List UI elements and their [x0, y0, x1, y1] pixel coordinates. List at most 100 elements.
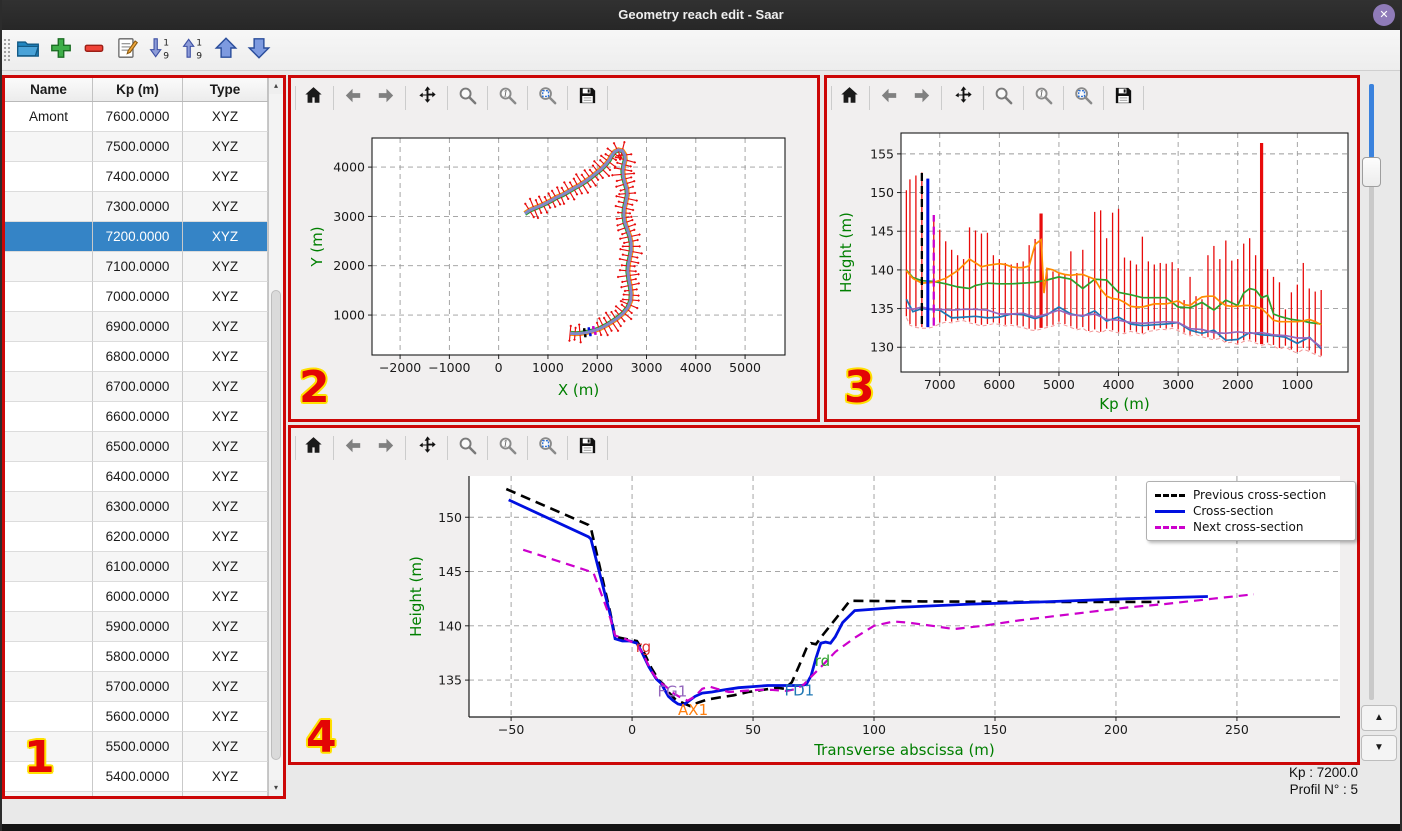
move-down-button[interactable]	[245, 35, 273, 65]
toolbar-separator	[487, 86, 488, 110]
open-button[interactable]	[14, 35, 42, 65]
table-row[interactable]: 7200.0000 XYZ	[5, 222, 283, 252]
svg-text:0: 0	[495, 360, 503, 375]
table-cell: 7200.0000	[93, 222, 183, 252]
table-row[interactable]: 7000.0000 XYZ	[5, 282, 283, 312]
profile-up-button[interactable]: ▲	[1361, 705, 1397, 731]
zoom-one-button[interactable]: 1	[493, 84, 521, 112]
toolbar-separator	[567, 436, 568, 460]
table-cell: 7100.0000	[93, 252, 183, 282]
table-row[interactable]: 7100.0000 XYZ	[5, 252, 283, 282]
add-profile-button[interactable]	[47, 35, 75, 65]
pan-button[interactable]	[413, 434, 441, 462]
column-header[interactable]: Type	[183, 78, 268, 101]
pan-button[interactable]	[413, 84, 441, 112]
sort-descending-button[interactable]: 19	[146, 35, 174, 65]
table-row[interactable]: 5700.0000 XYZ	[5, 672, 283, 702]
table-row[interactable]: 6300.0000 XYZ	[5, 492, 283, 522]
table-header: Name Kp (m) Type	[5, 78, 283, 102]
svg-text:rd: rd	[815, 652, 830, 670]
plan-view-plot[interactable]: −2000 −1000 0 1000 2000 3000 4000 5000 1000 2000 3…	[291, 116, 817, 419]
zoom-auto-icon	[1072, 84, 1095, 112]
save-icon	[1112, 84, 1135, 112]
svg-text:Height (m): Height (m)	[407, 556, 425, 637]
table-row[interactable]: 5800.0000 XYZ	[5, 642, 283, 672]
table-row[interactable]: 7300.0000 XYZ	[5, 192, 283, 222]
toolbar-grip-handle[interactable]	[3, 38, 10, 62]
titlebar[interactable]: Geometry reach edit - Saar ✕	[0, 0, 1402, 30]
home-icon	[838, 84, 861, 112]
table-row[interactable]: Amont 7600.0000 XYZ	[5, 102, 283, 132]
zoom-auto-button[interactable]	[533, 84, 561, 112]
home-button[interactable]	[299, 434, 327, 462]
zoom-button[interactable]	[453, 84, 481, 112]
forward-button[interactable]	[907, 84, 935, 112]
zoom-button[interactable]	[453, 434, 481, 462]
save-button[interactable]	[1109, 84, 1137, 112]
panel-2-badge: 2	[299, 362, 330, 413]
table-row[interactable]: 6800.0000 XYZ	[5, 342, 283, 372]
back-button[interactable]	[339, 84, 367, 112]
svg-text:1: 1	[502, 438, 507, 448]
table-cell	[5, 222, 93, 252]
table-cell: 5600.0000	[93, 702, 183, 732]
save-button[interactable]	[573, 434, 601, 462]
scroll-up-button[interactable]: ▴	[269, 78, 283, 94]
forward-button[interactable]	[371, 84, 399, 112]
table-row[interactable]: 5600.0000 XYZ	[5, 702, 283, 732]
table-scrollbar[interactable]: ▴ ▾	[268, 78, 283, 796]
table-row[interactable]: 6400.0000 XYZ	[5, 462, 283, 492]
table-row[interactable]: 6000.0000 XYZ	[5, 582, 283, 612]
zoom-auto-button[interactable]	[1069, 84, 1097, 112]
table-row[interactable]: 7500.0000 XYZ	[5, 132, 283, 162]
table-row[interactable]: 6200.0000 XYZ	[5, 522, 283, 552]
cross-section-panel: 1 −50 0 50 100 150 200 250 135 140 145 150 Transver…	[288, 425, 1360, 765]
zoom-one-button[interactable]: 1	[493, 434, 521, 462]
remove-profile-button[interactable]	[80, 35, 108, 65]
scroll-down-button[interactable]: ▾	[269, 780, 283, 796]
save-button[interactable]	[573, 84, 601, 112]
move-up-button[interactable]	[212, 35, 240, 65]
toolbar-separator	[941, 86, 942, 110]
table-row[interactable]: 6600.0000 XYZ	[5, 402, 283, 432]
table-row[interactable]: 6700.0000 XYZ	[5, 372, 283, 402]
svg-text:200: 200	[1104, 722, 1128, 737]
zoom-one-button[interactable]: 1	[1029, 84, 1057, 112]
home-button[interactable]	[835, 84, 863, 112]
long-profile-plot[interactable]: 7000 6000 5000 4000 3000 2000 1000 130 135 140 145…	[827, 116, 1357, 419]
column-header[interactable]: Kp (m)	[93, 78, 183, 101]
table-row[interactable]: 6100.0000 XYZ	[5, 552, 283, 582]
back-button[interactable]	[875, 84, 903, 112]
zoom-auto-button[interactable]	[533, 434, 561, 462]
svg-text:1: 1	[502, 88, 507, 98]
table-row[interactable]: 6900.0000 XYZ	[5, 312, 283, 342]
scrollbar-thumb[interactable]	[271, 290, 281, 760]
status-readout: Kp : 7200.0 Profil N° : 5	[1289, 764, 1358, 798]
home-button[interactable]	[299, 84, 327, 112]
svg-text:100: 100	[862, 722, 886, 737]
table-row[interactable]: 7400.0000 XYZ	[5, 162, 283, 192]
profile-down-button[interactable]: ▼	[1361, 735, 1397, 761]
sort-ascending-button[interactable]: 19	[179, 35, 207, 65]
toolbar-separator	[607, 86, 608, 110]
table-cell: Amont	[5, 102, 93, 132]
back-button[interactable]	[339, 434, 367, 462]
close-button[interactable]: ✕	[1373, 4, 1395, 26]
table-row[interactable]: 5300.0000XYZ	[5, 792, 283, 796]
remove-icon	[81, 35, 107, 66]
column-header[interactable]: Name	[5, 78, 93, 101]
table-cell	[5, 792, 93, 796]
table-cell: XYZ	[183, 702, 268, 732]
pan-button[interactable]	[949, 84, 977, 112]
forward-button[interactable]	[371, 434, 399, 462]
zoom-button[interactable]	[989, 84, 1017, 112]
profile-slider-handle[interactable]	[1362, 157, 1381, 187]
table-row[interactable]: 6500.0000 XYZ	[5, 432, 283, 462]
save-icon	[576, 84, 599, 112]
edit-profile-button[interactable]	[113, 35, 141, 65]
toolbar-separator	[567, 86, 568, 110]
table-row[interactable]: 5900.0000 XYZ	[5, 612, 283, 642]
svg-text:135: 135	[438, 673, 462, 688]
plan-view-panel: 1 −2000 −1000 0 1000 2000 3000 4000 5000 1000 200…	[288, 75, 820, 422]
table-cell: XYZ	[183, 132, 268, 162]
